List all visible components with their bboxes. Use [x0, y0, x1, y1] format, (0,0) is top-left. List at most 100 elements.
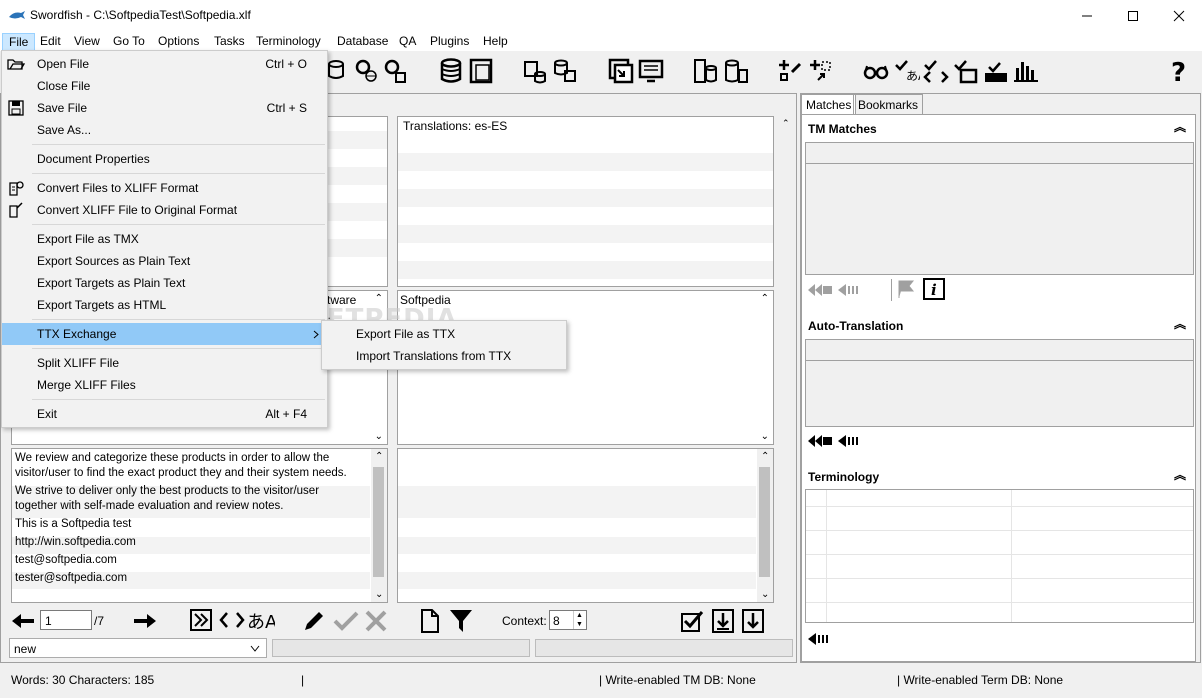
menu-item-save-file[interactable]: Save File Ctrl + S	[2, 97, 327, 119]
collapse-icon[interactable]: ︽	[1174, 466, 1186, 483]
auto-translation-list[interactable]	[805, 339, 1194, 427]
scroll-down-icon[interactable]: ⌄	[761, 431, 769, 442]
context-spinner[interactable]: 8 ▲ ▼	[549, 610, 587, 630]
context-scrollbar[interactable]: ⌃ ⌄	[371, 449, 387, 602]
menu-item-export-sources-text[interactable]: Export Sources as Plain Text	[2, 250, 327, 272]
segment-number-input[interactable]: 1	[40, 610, 92, 630]
jump-segment-icon[interactable]	[190, 609, 212, 631]
accept-match-icon[interactable]	[807, 282, 833, 298]
flag-icon[interactable]	[896, 279, 916, 299]
confirm-check-icon[interactable]	[333, 610, 359, 632]
scroll-up-icon[interactable]: ⌃	[761, 451, 769, 462]
menu-item-open-file[interactable]: Open File Ctrl + O	[2, 53, 327, 75]
previous-segment-icon[interactable]	[10, 611, 36, 631]
menu-item-ttx-exchange[interactable]: TTX Exchange	[2, 323, 327, 345]
collapse-icon[interactable]: ︽	[1174, 315, 1186, 332]
menu-item-close-file[interactable]: Close File	[2, 75, 327, 97]
scroll-thumb[interactable]	[373, 467, 384, 577]
search-term-icon[interactable]	[383, 58, 409, 84]
window-copy-icon[interactable]	[608, 58, 634, 84]
segment-state-select[interactable]: new	[9, 638, 267, 658]
database-export-icon[interactable]	[552, 58, 578, 84]
menu-view[interactable]: View	[68, 33, 106, 51]
help-icon[interactable]: ?	[1166, 58, 1192, 84]
glasses-icon[interactable]	[863, 58, 889, 84]
translations-list-pane[interactable]: Translations: es-ES	[397, 116, 774, 287]
menu-tasks[interactable]: Tasks	[208, 33, 251, 51]
menu-terminology[interactable]: Terminology	[250, 33, 327, 51]
insert-term-icon[interactable]	[807, 631, 833, 647]
scroll-up-icon[interactable]: ⌃	[375, 293, 383, 304]
add-segment-icon[interactable]	[808, 58, 834, 84]
scroll-down-icon[interactable]: ⌄	[375, 589, 383, 600]
menu-item-export-tmx[interactable]: Export File as TMX	[2, 228, 327, 250]
scroll-thumb[interactable]	[759, 467, 770, 577]
scroll-up-icon[interactable]: ⌃	[375, 451, 383, 462]
menu-item-save-as[interactable]: Save As...	[2, 119, 327, 141]
menu-item-export-targets-text[interactable]: Export Targets as Plain Text	[2, 272, 327, 294]
download-segment-icon[interactable]	[711, 609, 735, 633]
spelling-icon[interactable]: あA	[247, 608, 275, 632]
source-context-pane[interactable]: We review and categorize these products …	[11, 448, 388, 603]
menu-file[interactable]: File	[2, 33, 36, 51]
target-context-pane[interactable]: ⌃ ⌄	[397, 448, 774, 603]
close-window-button[interactable]	[1156, 0, 1202, 31]
database-search-icon[interactable]	[326, 58, 352, 84]
check-segment-icon[interactable]	[953, 58, 979, 84]
menu-edit[interactable]: Edit	[34, 33, 67, 51]
monitor-icon[interactable]	[638, 58, 664, 84]
terminology-list[interactable]	[805, 489, 1194, 623]
spinner-arrows-icon[interactable]: ▲ ▼	[573, 611, 585, 629]
check-length-icon[interactable]	[983, 58, 1009, 84]
menu-help[interactable]: Help	[477, 33, 514, 51]
tab-bookmarks[interactable]: Bookmarks	[853, 94, 924, 114]
reject-cross-icon[interactable]	[365, 610, 387, 632]
frame-icon[interactable]	[468, 58, 494, 84]
scroll-down-icon[interactable]: ⌄	[375, 431, 383, 442]
menu-item-merge-xliff[interactable]: Merge XLIFF Files	[2, 374, 327, 396]
context-scrollbar[interactable]: ⌃ ⌄	[757, 449, 773, 602]
next-segment-icon[interactable]	[132, 611, 158, 631]
new-document-icon[interactable]	[420, 609, 440, 633]
statistics-icon[interactable]	[1013, 58, 1039, 84]
tm-import-icon[interactable]	[723, 58, 749, 84]
tags-icon[interactable]	[219, 611, 245, 629]
filter-icon[interactable]	[449, 609, 473, 633]
insert-match-icon[interactable]	[837, 282, 863, 298]
database-icon[interactable]	[438, 58, 464, 84]
scroll-down-icon[interactable]: ⌄	[761, 589, 769, 600]
menu-plugins[interactable]: Plugins	[424, 33, 475, 51]
menu-database[interactable]: Database	[331, 33, 394, 51]
collapse-icon[interactable]: ︽	[1174, 118, 1186, 135]
edit-pencil-icon[interactable]	[302, 609, 326, 633]
insert-auto-translation-icon[interactable]	[837, 433, 863, 449]
spellcheck-icon[interactable]: あA	[894, 58, 920, 84]
web-search-icon[interactable]	[354, 58, 380, 84]
confirm-all-icon[interactable]	[680, 609, 704, 633]
tm-matches-list[interactable]	[805, 142, 1194, 275]
download-next-icon[interactable]	[741, 609, 765, 633]
menu-options[interactable]: Options	[152, 33, 205, 51]
tab-matches[interactable]: Matches	[801, 94, 857, 114]
menu-item-split-xliff[interactable]: Split XLIFF File	[2, 352, 327, 374]
menu-item-convert-to-xliff[interactable]: Convert Files to XLIFF Format	[2, 177, 327, 199]
info-icon[interactable]: i	[923, 278, 945, 300]
menu-item-import-ttx[interactable]: Import Translations from TTX	[322, 345, 566, 367]
menu-item-export-targets-html[interactable]: Export Targets as HTML	[2, 294, 327, 316]
tag-check-icon[interactable]	[923, 58, 949, 84]
menu-item-convert-to-original[interactable]: Convert XLIFF File to Original Format	[2, 199, 327, 221]
scroll-up-icon[interactable]: ⌃	[761, 293, 769, 304]
database-import-icon[interactable]	[522, 58, 548, 84]
scroll-up-icon[interactable]: ⌃	[782, 118, 790, 129]
menu-item-export-ttx[interactable]: Export File as TTX	[322, 323, 566, 345]
tm-export-icon[interactable]	[693, 58, 719, 84]
menu-qa[interactable]: QA	[393, 33, 422, 51]
top-pane-scrollbar[interactable]: ⌃	[779, 116, 793, 287]
accept-auto-translation-icon[interactable]	[807, 433, 833, 449]
menu-item-document-properties[interactable]: Document Properties	[2, 148, 327, 170]
minimize-button[interactable]	[1064, 0, 1110, 31]
add-term-icon[interactable]	[778, 58, 804, 84]
menu-goto[interactable]: Go To	[107, 33, 151, 51]
menu-item-exit[interactable]: Exit Alt + F4	[2, 403, 327, 425]
maximize-button[interactable]	[1110, 0, 1156, 31]
